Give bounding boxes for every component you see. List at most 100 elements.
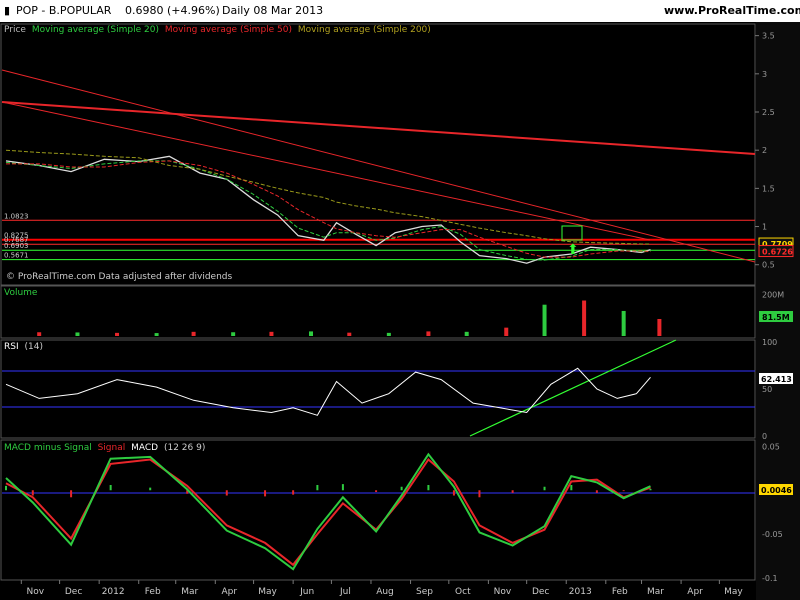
ma50-title: Moving average (Simple 50) bbox=[165, 25, 292, 35]
macd-panel-frame bbox=[0, 439, 756, 581]
macd-hist-bar bbox=[478, 490, 481, 498]
macd-hist-bar bbox=[109, 484, 112, 491]
macd-hist-title: MACD minus Signal bbox=[4, 443, 92, 453]
volume-bar bbox=[386, 332, 391, 336]
rsi-panel-frame bbox=[0, 339, 756, 439]
rsi-title: RSI bbox=[4, 342, 19, 352]
x-axis-label: May bbox=[724, 587, 743, 597]
price-axis-label: 3 bbox=[762, 70, 767, 79]
macd-hist-bar bbox=[400, 486, 403, 491]
volume-bar bbox=[154, 333, 159, 336]
macd-axis-label: 0.05 bbox=[762, 442, 780, 451]
price-title: Price bbox=[4, 25, 26, 35]
macd-hist-bar bbox=[511, 490, 514, 493]
volume-bar bbox=[621, 310, 626, 336]
chart-canvas: Price Moving average (Simple 20) Moving … bbox=[0, 22, 800, 600]
price-footer: © ProRealTime.com Data adjusted after di… bbox=[6, 272, 232, 282]
volume-badge-text: 81.5M bbox=[762, 313, 790, 322]
last-price: 0.6980 (+4.96%) bbox=[125, 4, 220, 17]
volume-bar bbox=[309, 331, 314, 336]
volume-title: Volume bbox=[4, 288, 38, 298]
ma200-title: Moving average (Simple 200) bbox=[298, 25, 431, 35]
macd-hist-bar bbox=[570, 484, 573, 491]
x-axis-label: Apr bbox=[222, 587, 238, 597]
price-panel-frame bbox=[0, 23, 756, 286]
x-axis-label: Aug bbox=[376, 587, 394, 597]
macd-hist-bar bbox=[5, 485, 7, 491]
macd-title: MACD bbox=[131, 443, 158, 453]
macd-hist-bar bbox=[375, 490, 378, 493]
macd-hist-bar bbox=[649, 488, 652, 491]
x-axis-label: Jun bbox=[299, 587, 314, 597]
rsi-badge-text: 62.413 bbox=[761, 375, 792, 384]
x-axis-label: Apr bbox=[687, 587, 703, 597]
macd-hist-bar bbox=[31, 490, 34, 496]
level-label: 0.6903 bbox=[4, 242, 29, 250]
price-axis-label: 2 bbox=[762, 146, 767, 155]
macd-hist-bar bbox=[225, 490, 228, 496]
x-axis-label: Nov bbox=[27, 587, 45, 597]
x-axis-label: Feb bbox=[145, 587, 161, 597]
macd-hist-bar bbox=[292, 490, 295, 495]
price-axis-label: 3.5 bbox=[762, 32, 775, 41]
volume-bar bbox=[75, 332, 80, 336]
x-axis-label: 2012 bbox=[102, 587, 125, 597]
panel-frames bbox=[0, 22, 800, 600]
period-date: Daily 08 Mar 2013 bbox=[222, 4, 324, 17]
macd-hist-bar bbox=[427, 484, 430, 491]
x-axis-label: Dec bbox=[65, 587, 82, 597]
macd-axis-label: -0.05 bbox=[762, 530, 783, 539]
x-axis-label: Mar bbox=[647, 587, 664, 597]
price-axis-label: 1.5 bbox=[762, 184, 775, 193]
x-axis-label: May bbox=[258, 587, 277, 597]
volume-bar bbox=[657, 318, 662, 336]
symbol-icon: ▮ bbox=[4, 4, 11, 17]
volume-axis-label: 200M bbox=[762, 290, 784, 299]
x-axis-label: Feb bbox=[612, 587, 628, 597]
volume-bar bbox=[231, 332, 236, 336]
macd-hist-bar bbox=[452, 490, 455, 496]
volume-bar bbox=[269, 331, 274, 336]
rsi-param: (14) bbox=[25, 342, 43, 352]
x-axis-label: Jul bbox=[339, 587, 351, 597]
x-axis: Nov Dec 2012 Feb Mar Apr May Jun Jul Aug Sep Oct Nov… bbox=[20, 580, 743, 597]
macd-badge-text: 0.0046 bbox=[761, 486, 792, 495]
volume-bar bbox=[542, 304, 547, 336]
volume-bar bbox=[37, 332, 42, 336]
rsi-axis-label: 0 bbox=[762, 432, 767, 441]
volume-panel-frame bbox=[0, 285, 756, 339]
macd-hist-bar bbox=[341, 484, 344, 491]
x-axis-label: Sep bbox=[416, 587, 433, 597]
top-info-bar: ▮ POP - B.POPULAR 0.6980 (+4.96%) Daily … bbox=[0, 0, 800, 22]
x-axis-label: 2013 bbox=[569, 587, 592, 597]
macd-hist-bar bbox=[595, 490, 598, 493]
svg-text:MACD minus Signal Signal: MACD minus Signal Signal MACD (12 26 9) bbox=[4, 443, 205, 453]
macd-hist-bar bbox=[543, 486, 546, 491]
price-axis-label: 0.5 bbox=[762, 261, 775, 270]
macd-hist-bar bbox=[70, 490, 73, 498]
up-arrow-icon: ⬆ bbox=[567, 242, 579, 258]
site-link[interactable]: www.ProRealTime.com bbox=[664, 0, 800, 22]
x-axis-label: Nov bbox=[494, 587, 512, 597]
price-badges: 0.77090.6726 bbox=[758, 237, 794, 258]
macd-param: (12 26 9) bbox=[164, 443, 205, 453]
level-label: 0.5671 bbox=[4, 252, 29, 260]
volume-bar bbox=[115, 332, 120, 336]
svg-text:Price Moving average (Simp: Price Moving average (Simple 20) Moving … bbox=[4, 25, 431, 35]
volume-axis: 200M bbox=[762, 290, 784, 299]
macd-hist-bar bbox=[316, 484, 319, 491]
price-axis-label: 1 bbox=[762, 223, 767, 232]
macd-hist-bar bbox=[149, 487, 152, 491]
volume-bar bbox=[582, 300, 587, 336]
macd-hist-bar bbox=[622, 490, 625, 492]
rsi-axis-label: 50 bbox=[762, 385, 772, 394]
price-axis-label: 2.5 bbox=[762, 108, 775, 117]
x-axis-label: Dec bbox=[532, 587, 549, 597]
volume-bar bbox=[347, 332, 352, 336]
volume-bar bbox=[191, 331, 196, 336]
volume-bar bbox=[504, 327, 509, 336]
x-axis-label: Oct bbox=[455, 587, 471, 597]
volume-bar bbox=[464, 331, 469, 336]
macd-signal-title: Signal bbox=[98, 443, 126, 453]
volume-bar bbox=[426, 331, 431, 336]
